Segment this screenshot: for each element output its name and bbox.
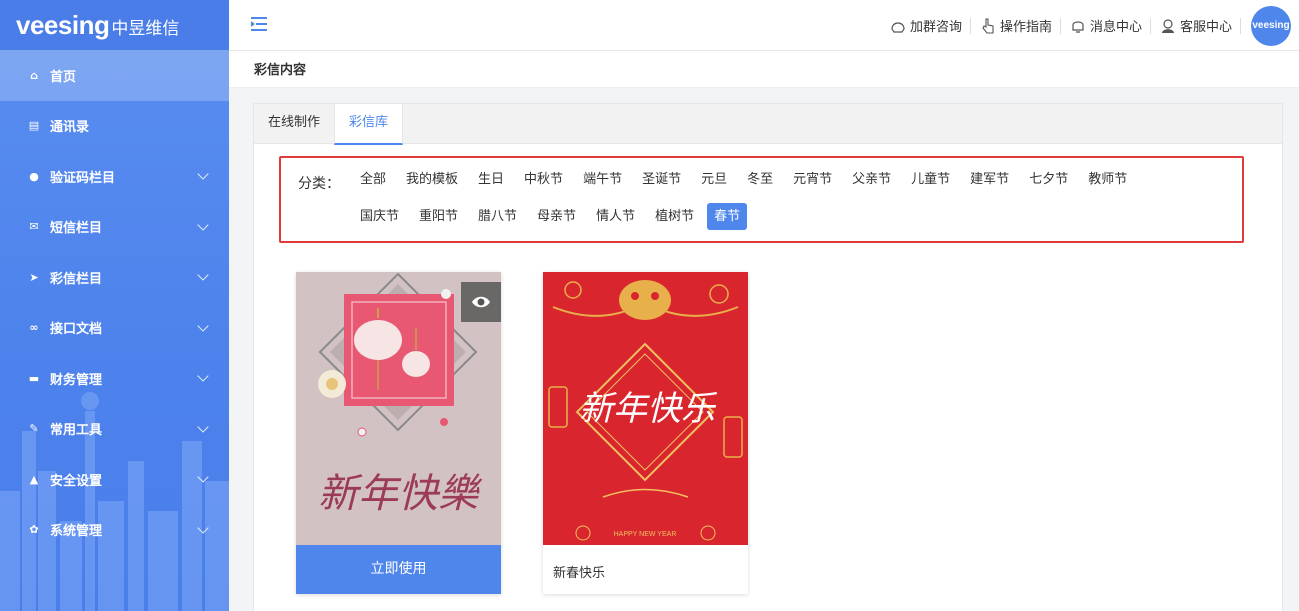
card-title: 新春快乐 [553, 566, 606, 581]
category-chip[interactable]: 中秋节 [517, 166, 570, 193]
category-chip[interactable]: 七夕节 [1022, 166, 1075, 193]
content-panel: 在线制作 彩信库 分类： 全部 我的模板 生日 中秋节 端午节 圣诞节 元旦 冬至 元宵节 父亲节… [253, 103, 1283, 611]
sidebar-item[interactable]: ▤ 通讯录 [0, 101, 229, 152]
category-chip[interactable]: 元宵节 [786, 166, 839, 193]
category-chip[interactable]: 端午节 [576, 166, 629, 193]
category-chip[interactable]: 腊八节 [471, 203, 524, 230]
sidebar-item[interactable]: ✿ 系统管理 [0, 505, 229, 556]
card-image-text: 新年快乐 [579, 391, 718, 428]
chevron-down-icon [197, 370, 209, 382]
category-filter: 分类： 全部 我的模板 生日 中秋节 端午节 圣诞节 元旦 冬至 元宵节 父亲节 儿童节 建军节 七夕节… [279, 156, 1244, 243]
category-chip[interactable]: 母亲节 [530, 203, 583, 230]
support-center-label: 客服中心 [1179, 20, 1232, 35]
template-card[interactable]: 新年快樂 立即使用 [296, 272, 501, 594]
top-header: 加群咨询 操作指南 消息中心 客服中心 veesing [229, 0, 1299, 51]
sidebar-item-label: 通讯录 [50, 120, 90, 136]
group-chat-icon [891, 21, 905, 33]
mail-icon: ✉ [29, 220, 39, 234]
sidebar-item-label: 安全设置 [50, 473, 103, 489]
chevron-down-icon [197, 319, 209, 332]
gear-icon: ✿ [29, 523, 39, 537]
menu-toggle-icon[interactable] [251, 17, 267, 31]
card-banner-text: HAPPY NEW YEAR [614, 531, 677, 538]
category-chip[interactable]: 情人节 [589, 203, 642, 230]
template-image-spring-festival: 新年快乐 HAPPY NEW YEAR [543, 272, 748, 545]
chevron-down-icon [197, 218, 209, 231]
category-chip[interactable]: 全部 [353, 166, 393, 193]
sidebar-item-label: 首页 [50, 69, 77, 85]
tab-mms-library[interactable]: 彩信库 [334, 104, 404, 145]
eye-icon [472, 296, 490, 308]
chevron-down-icon [197, 420, 209, 433]
sidebar-item-label: 接口文档 [50, 322, 103, 338]
category-chip[interactable]: 教师节 [1081, 166, 1134, 193]
chevron-down-icon [197, 471, 209, 483]
link-icon: ∞ [29, 321, 39, 335]
category-chip[interactable]: 重阳节 [412, 203, 465, 230]
breadcrumb: 彩信内容 [229, 51, 1299, 88]
header-actions: 加群咨询 操作指南 消息中心 客服中心 veesing [881, 0, 1291, 51]
category-chip[interactable]: 我的模板 [399, 166, 465, 193]
chevron-down-icon [197, 521, 209, 534]
sidebar-item-label: 短信栏目 [50, 221, 103, 237]
sidebar-item[interactable]: ✉ 短信栏目 [0, 202, 229, 253]
sidebar-item-label: 财务管理 [50, 372, 103, 388]
send-icon: ➤ [29, 270, 39, 284]
card-image-text: 新年快樂 [318, 471, 483, 516]
brand-name-cn: 中昱维信 [111, 19, 180, 39]
tab-bar: 在线制作 彩信库 [254, 104, 1282, 145]
sidebar-item-label: 常用工具 [50, 423, 103, 439]
category-chip[interactable]: 儿童节 [904, 166, 957, 193]
bell-icon [1072, 20, 1084, 33]
card-icon: ▬ [28, 371, 40, 385]
category-chip[interactable]: 春节 [707, 203, 748, 230]
user-avatar[interactable]: veesing [1251, 5, 1291, 46]
sidebar-item-label: 验证码栏目 [50, 170, 116, 186]
category-chip[interactable]: 冬至 [740, 166, 780, 193]
category-label: 分类： [298, 176, 340, 192]
tab-online-create[interactable]: 在线制作 [254, 104, 334, 144]
chevron-down-icon [197, 269, 209, 281]
chat-icon: ● [29, 169, 39, 183]
home-icon: ⌂ [30, 68, 38, 82]
template-card[interactable]: 新年快乐 HAPPY NEW YEAR 新春快乐 [543, 272, 748, 594]
message-center-link[interactable]: 消息中心 [1061, 17, 1151, 35]
category-chip[interactable]: 生日 [471, 166, 511, 193]
use-now-button[interactable]: 立即使用 [296, 545, 501, 594]
warning-icon: ▲ [29, 472, 39, 486]
join-group-label: 加群咨询 [909, 20, 962, 35]
chevron-down-icon [197, 168, 209, 180]
category-chip[interactable]: 父亲节 [845, 166, 898, 193]
category-chip[interactable]: 圣诞节 [635, 166, 688, 193]
category-chip[interactable]: 建军节 [963, 166, 1016, 193]
sidebar-item[interactable]: ⌂ 首页 [0, 50, 229, 101]
sidebar-item[interactable]: ✎ 常用工具 [0, 404, 229, 455]
guide-label: 操作指南 [999, 20, 1052, 35]
category-chip[interactable]: 植树节 [648, 203, 701, 230]
brand-name: veesing [16, 9, 110, 40]
preview-button[interactable] [461, 282, 501, 322]
support-center-link[interactable]: 客服中心 [1151, 17, 1241, 35]
category-chip[interactable]: 元旦 [694, 166, 734, 193]
contacts-icon: ▤ [28, 119, 40, 133]
sidebar-item-label: 系统管理 [50, 524, 103, 540]
page-title: 彩信内容 [254, 63, 307, 78]
wrench-icon: ✎ [29, 422, 39, 436]
join-group-link[interactable]: 加群咨询 [881, 17, 971, 35]
guide-link[interactable]: 操作指南 [971, 17, 1061, 35]
brand-logo[interactable]: veesing 中昱维信 [0, 0, 229, 50]
sidebar-item[interactable]: ▬ 财务管理 [0, 353, 229, 404]
sidebar-item[interactable]: ● 验证码栏目 [0, 151, 229, 202]
sidebar-item[interactable]: ▲ 安全设置 [0, 454, 229, 505]
sidebar-item[interactable]: ➤ 彩信栏目 [0, 252, 229, 303]
hand-pointer-icon [982, 17, 994, 34]
category-chip[interactable]: 国庆节 [353, 203, 406, 230]
support-agent-icon [1161, 18, 1174, 33]
sidebar: veesing 中昱维信 ⌂ 首页 ▤ 通讯录 ● 验证码栏目 ✉ 短信栏目 ➤ 彩信栏目 ∞ 接口文… [0, 0, 229, 611]
sidebar-item[interactable]: ∞ 接口文档 [0, 303, 229, 354]
avatar-text: veesing [1252, 20, 1290, 31]
message-center-label: 消息中心 [1089, 20, 1142, 35]
sidebar-item-label: 彩信栏目 [50, 271, 103, 287]
